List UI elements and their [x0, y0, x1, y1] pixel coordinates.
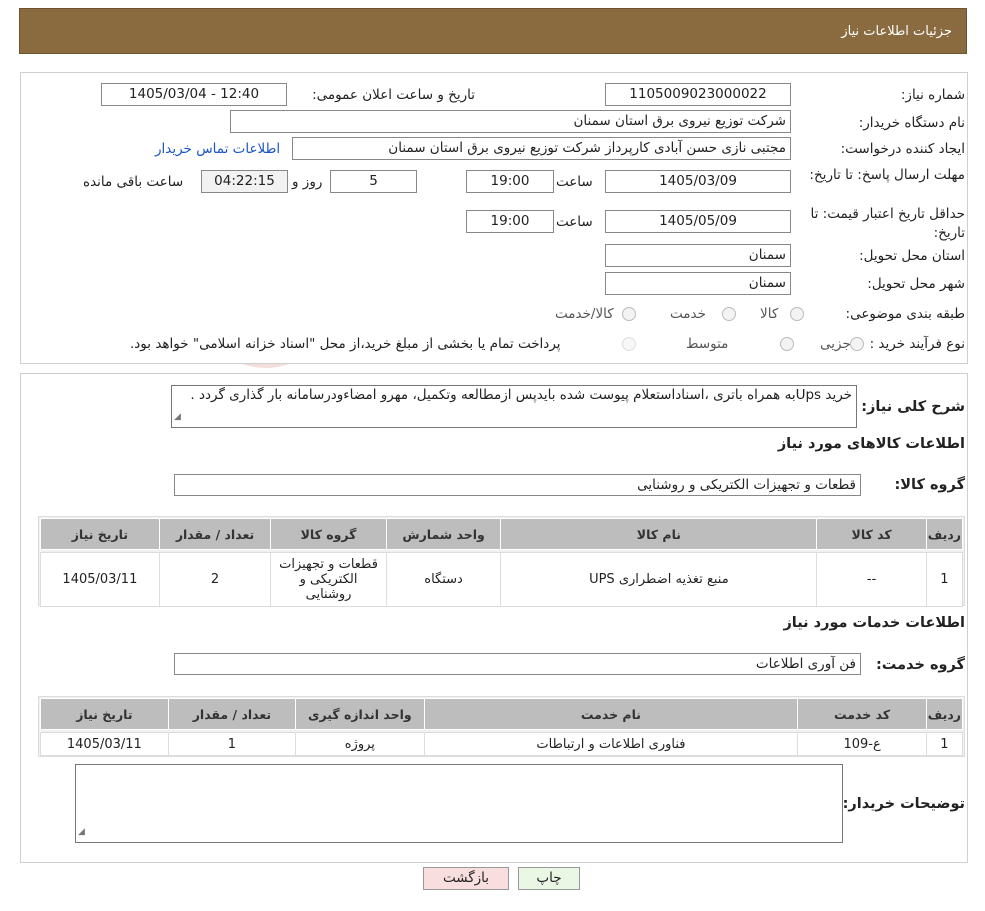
goods-group-field: قطعات و تجهیزات الکتریکی و روشنایی: [174, 474, 861, 496]
need-number-field: 1105009023000022: [605, 83, 791, 106]
creator-field: مجتبی نازی حسن آبادی کارپرداز شرکت توزیع…: [292, 137, 791, 160]
goods-table-header: ردیف کد کالا نام کالا واحد شمارش گروه کا…: [40, 518, 964, 550]
goods-cell-date: 1405/03/11: [40, 552, 160, 607]
goods-group-label: گروه کالا:: [894, 477, 965, 493]
process-option-minor: جزیی: [820, 336, 851, 352]
process-option-medium: متوسط: [686, 336, 729, 352]
buyer-org-field: شرکت توزیع نیروی برق استان سمنان: [230, 110, 791, 133]
table-row: 1 ع-109 فناوری اطلاعات و ارتباطات پروژه …: [40, 732, 964, 756]
category-option-goods: کالا: [760, 306, 779, 322]
services-col-quantity: تعداد / مقدار: [167, 698, 297, 730]
province-label: استان محل تحویل:: [859, 248, 965, 264]
days-label: روز و: [292, 174, 323, 190]
goods-cell-unit: دستگاه: [385, 552, 502, 607]
services-table-header: ردیف کد خدمت نام خدمت واحد اندازه گیری ت…: [40, 698, 964, 730]
goods-col-quantity: تعداد / مقدار: [158, 518, 272, 550]
goods-col-date: تاریخ نیاز: [40, 518, 160, 550]
city-label: شهر محل تحویل:: [867, 276, 965, 292]
deadline-date-field: 1405/03/09: [605, 170, 791, 193]
goods-cell-row: 1: [925, 552, 964, 607]
deadline-time-label: ساعت: [556, 174, 593, 190]
goods-col-group: گروه کالا: [270, 518, 387, 550]
days-remaining-field: 5: [330, 170, 417, 193]
goods-cell-group: قطعات و تجهیزات الکتریکی و روشنایی: [270, 552, 387, 607]
resize-handle-icon[interactable]: ◢: [174, 409, 181, 426]
validity-date-field: 1405/05/09: [605, 210, 791, 233]
services-col-date: تاریخ نیاز: [40, 698, 169, 730]
category-label: طبقه بندی موضوعی:: [845, 306, 965, 322]
process-radio-treasury[interactable]: [622, 337, 636, 351]
buyer-contact-link[interactable]: اطلاعات تماس خریدار: [155, 141, 280, 157]
services-col-row: ردیف: [925, 698, 964, 730]
services-cell-name: فناوری اطلاعات و ارتباطات: [423, 732, 799, 756]
services-cell-date: 1405/03/11: [40, 732, 169, 756]
services-cell-unit: پروژه: [295, 732, 425, 756]
page-header: جزئیات اطلاعات نیاز: [19, 8, 967, 54]
deadline-time-field: 19:00: [466, 170, 554, 193]
announce-label: تاریخ و ساعت اعلان عمومی:: [312, 87, 475, 103]
services-cell-code: ع-109: [797, 732, 927, 756]
goods-section-title: اطلاعات کالاهای مورد نیاز: [777, 436, 965, 452]
remaining-time-field: 04:22:15: [201, 170, 288, 193]
services-cell-row: 1: [925, 732, 964, 756]
resize-handle-icon[interactable]: ◢: [78, 824, 85, 841]
process-radio-minor[interactable]: [850, 337, 864, 351]
description-text: خرید Upsبه همراه باتری ،اسناداستعلام پیو…: [190, 387, 852, 403]
category-radio-goods[interactable]: [790, 307, 804, 321]
goods-cell-code: --: [816, 552, 927, 607]
category-option-service: خدمت: [670, 306, 706, 322]
need-number-label: شماره نیاز:: [900, 87, 965, 103]
category-radio-service[interactable]: [722, 307, 736, 321]
services-col-name: نام خدمت: [423, 698, 799, 730]
description-textarea[interactable]: خرید Upsبه همراه باتری ،اسناداستعلام پیو…: [171, 385, 857, 428]
validity-time-label: ساعت: [556, 214, 593, 230]
services-col-unit: واحد اندازه گیری: [295, 698, 425, 730]
description-label: شرح کلی نیاز:: [861, 399, 965, 415]
goods-col-code: کد کالا: [816, 518, 927, 550]
services-section-title: اطلاعات خدمات مورد نیاز: [783, 615, 965, 631]
buyer-org-label: نام دستگاه خریدار:: [858, 115, 965, 131]
services-col-code: کد خدمت: [797, 698, 927, 730]
services-group-label: گروه خدمت:: [875, 657, 965, 673]
category-radio-goods-service[interactable]: [622, 307, 636, 321]
validity-label: حداقل تاریخ اعتبار قیمت: تا تاریخ:: [810, 206, 965, 241]
city-field: سمنان: [605, 272, 791, 295]
services-cell-quantity: 1: [167, 732, 297, 756]
services-group-field: فن آوری اطلاعات: [174, 653, 861, 675]
buyer-notes-textarea[interactable]: ◢: [75, 764, 843, 843]
goods-col-name: نام کالا: [500, 518, 818, 550]
process-label: نوع فرآیند خرید :: [869, 336, 965, 352]
province-field: سمنان: [605, 244, 791, 267]
process-radio-medium[interactable]: [780, 337, 794, 351]
buyer-notes-label: توضیحات خریدار:: [842, 796, 965, 812]
goods-col-row: ردیف: [925, 518, 964, 550]
page-title: جزئیات اطلاعات نیاز: [841, 24, 952, 39]
validity-time-field: 19:00: [466, 210, 554, 233]
remaining-label: ساعت باقی مانده: [83, 174, 184, 190]
services-table: ردیف کد خدمت نام خدمت واحد اندازه گیری ت…: [40, 698, 964, 756]
table-row: 1 -- منبع تغذیه اضطراری UPS دستگاه قطعات…: [40, 552, 964, 607]
goods-cell-quantity: 2: [158, 552, 272, 607]
process-treasury-note: پرداخت تمام یا بخشی از مبلغ خرید،از محل …: [130, 336, 561, 352]
back-button[interactable]: بازگشت: [423, 867, 509, 890]
deadline-label: مهلت ارسال پاسخ: تا تاریخ:: [809, 167, 965, 183]
goods-col-unit: واحد شمارش: [385, 518, 502, 550]
goods-table: ردیف کد کالا نام کالا واحد شمارش گروه کا…: [40, 518, 964, 607]
goods-cell-name: منبع تغذیه اضطراری UPS: [500, 552, 818, 607]
category-option-goods-service: کالا/خدمت: [555, 306, 614, 322]
creator-label: ایجاد کننده درخواست:: [840, 141, 965, 157]
announce-datetime-field: 1405/03/04 - 12:40: [101, 83, 287, 106]
print-button[interactable]: چاپ: [518, 867, 580, 890]
